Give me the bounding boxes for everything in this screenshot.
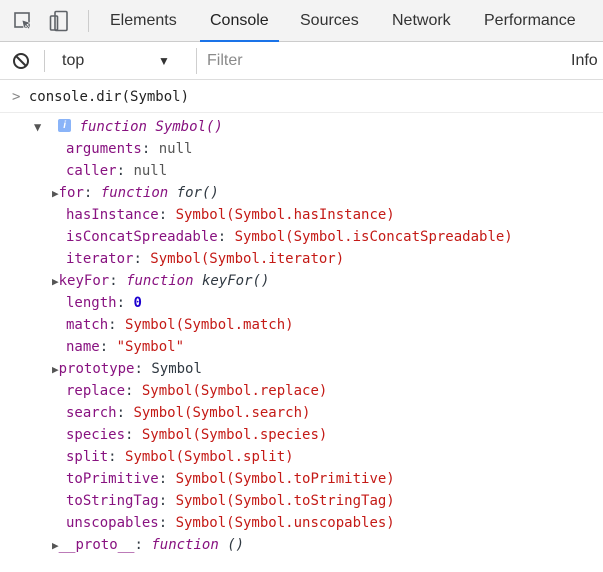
root-label: function Symbol() xyxy=(79,119,223,135)
expand-triangle-icon[interactable]: ▶ xyxy=(52,187,59,200)
expand-triangle-icon[interactable]: ▶ xyxy=(52,275,59,288)
console-input-entry: > console.dir(Symbol) xyxy=(12,86,189,108)
object-property: match: Symbol(Symbol.match) xyxy=(66,317,294,333)
tab-network[interactable]: Network xyxy=(392,0,451,41)
object-property: toPrimitive: Symbol(Symbol.toPrimitive) xyxy=(66,471,395,487)
object-property: arguments: null xyxy=(66,141,193,157)
inspect-element-icon[interactable] xyxy=(10,0,36,42)
expand-triangle-icon[interactable]: ▼ xyxy=(34,120,41,134)
tab-performance[interactable]: Performance xyxy=(484,0,576,41)
object-property-expandable[interactable]: ▶__proto__: function () xyxy=(52,534,244,556)
entry-divider xyxy=(0,112,603,113)
console-input-text: console.dir(Symbol) xyxy=(28,89,190,105)
tab-elements[interactable]: Elements xyxy=(110,0,177,41)
chevron-down-icon: ▼ xyxy=(158,54,170,68)
object-property: isConcatSpreadable: Symbol(Symbol.isConc… xyxy=(66,229,513,245)
filterbar-divider xyxy=(44,50,45,72)
info-icon: i xyxy=(58,119,72,132)
object-property: unscopables: Symbol(Symbol.unscopables) xyxy=(66,515,395,531)
object-property: toStringTag: Symbol(Symbol.toStringTag) xyxy=(66,493,395,509)
object-property: length: 0 xyxy=(66,295,142,311)
object-property: iterator: Symbol(Symbol.iterator) xyxy=(66,251,345,267)
expand-triangle-icon[interactable]: ▶ xyxy=(52,539,59,552)
object-property: name: "Symbol" xyxy=(66,339,185,355)
context-selector-label: top xyxy=(62,52,85,69)
object-property-expandable[interactable]: ▶for: function for() xyxy=(52,182,219,204)
object-root[interactable]: ▼ i function Symbol() xyxy=(34,116,223,138)
object-property: replace: Symbol(Symbol.replace) xyxy=(66,383,328,399)
object-property: split: Symbol(Symbol.split) xyxy=(66,449,294,465)
log-level-selector[interactable]: Info xyxy=(571,42,598,80)
object-property: caller: null xyxy=(66,163,168,179)
object-property: hasInstance: Symbol(Symbol.hasInstance) xyxy=(66,207,395,223)
object-property: species: Symbol(Symbol.species) xyxy=(66,427,328,443)
filter-input[interactable] xyxy=(196,48,560,74)
device-toolbar-icon[interactable] xyxy=(46,0,72,42)
object-property-expandable[interactable]: ▶keyFor: function keyFor() xyxy=(52,270,269,292)
object-property: search: Symbol(Symbol.search) xyxy=(66,405,311,421)
devtools-tabbar: Elements Console Sources Network Perform… xyxy=(0,0,603,42)
tab-sources[interactable]: Sources xyxy=(300,0,359,41)
expand-triangle-icon[interactable]: ▶ xyxy=(52,363,59,376)
tab-console[interactable]: Console xyxy=(200,0,279,42)
prompt-chevron-icon: > xyxy=(12,89,21,105)
object-property-expandable[interactable]: ▶prototype: Symbol xyxy=(52,358,202,380)
console-filterbar: top ▼ Info xyxy=(0,42,603,80)
toolbar-divider xyxy=(88,10,89,32)
clear-console-icon[interactable] xyxy=(10,42,32,80)
